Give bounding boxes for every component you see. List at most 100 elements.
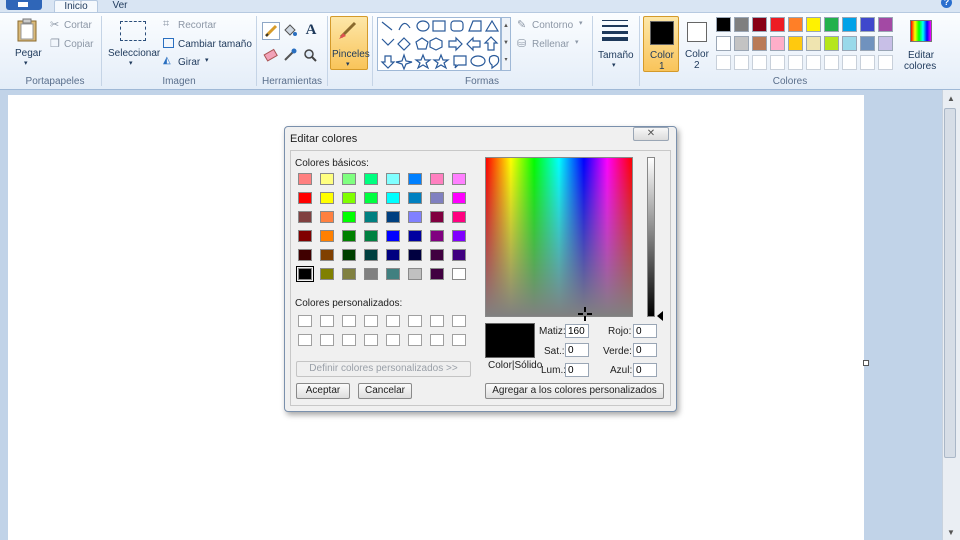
basic-color-swatch[interactable]: [320, 230, 334, 242]
palette-swatch[interactable]: [824, 36, 839, 51]
palette-swatch[interactable]: [824, 17, 839, 32]
basic-color-swatch[interactable]: [408, 268, 422, 280]
palette-swatch[interactable]: [734, 17, 749, 32]
palette-swatch[interactable]: [806, 17, 821, 32]
sat-input[interactable]: [565, 343, 589, 357]
dialog-close-button[interactable]: ✕: [633, 127, 669, 141]
basic-color-swatch[interactable]: [298, 249, 312, 261]
custom-color-slot[interactable]: [408, 315, 422, 327]
palette-swatch[interactable]: [860, 17, 875, 32]
custom-color-slot[interactable]: [342, 334, 356, 346]
basic-color-swatch[interactable]: [430, 173, 444, 185]
palette-empty-slot[interactable]: [806, 55, 821, 70]
palette-swatch[interactable]: [770, 17, 785, 32]
blue-input[interactable]: [633, 363, 657, 377]
fill-tool[interactable]: [282, 22, 300, 40]
cut-button[interactable]: ✂ Cortar: [50, 19, 98, 31]
basic-color-swatch[interactable]: [386, 249, 400, 261]
basic-color-swatch[interactable]: [342, 268, 356, 280]
basic-color-swatch[interactable]: [408, 249, 422, 261]
custom-color-slot[interactable]: [298, 315, 312, 327]
custom-color-slot[interactable]: [386, 315, 400, 327]
palette-swatch[interactable]: [842, 36, 857, 51]
basic-color-swatch[interactable]: [386, 230, 400, 242]
brushes-button[interactable]: Pinceles ▾: [330, 16, 370, 70]
palette-empty-slot[interactable]: [752, 55, 767, 70]
resize-button[interactable]: Cambiar tamaño: [163, 38, 253, 50]
color1-button[interactable]: Color 1: [643, 16, 679, 72]
palette-swatch[interactable]: [752, 17, 767, 32]
custom-color-slot[interactable]: [430, 334, 444, 346]
color-picker-tool[interactable]: [282, 47, 300, 65]
custom-color-slot[interactable]: [320, 315, 334, 327]
basic-color-swatch[interactable]: [364, 268, 378, 280]
basic-color-swatch[interactable]: [320, 249, 334, 261]
basic-color-swatch[interactable]: [298, 192, 312, 204]
basic-color-swatch[interactable]: [364, 249, 378, 261]
color2-button[interactable]: Color 2: [682, 16, 714, 72]
shapes-scroll[interactable]: ▲ ▼ ▾: [501, 17, 511, 71]
custom-color-slot[interactable]: [364, 315, 378, 327]
red-input[interactable]: [633, 324, 657, 338]
magnifier-tool[interactable]: [302, 47, 320, 65]
fill-shape-button[interactable]: ⛁ Rellenar ▾: [517, 38, 589, 50]
palette-empty-slot[interactable]: [824, 55, 839, 70]
custom-color-slot[interactable]: [320, 334, 334, 346]
basic-color-swatch[interactable]: [342, 192, 356, 204]
tab-inicio[interactable]: Inicio: [54, 0, 98, 12]
size-button[interactable]: Tamaño ▾: [596, 18, 634, 70]
paint-menu-button[interactable]: [6, 0, 42, 10]
basic-color-swatch[interactable]: [364, 230, 378, 242]
shapes-gallery[interactable]: [377, 17, 501, 71]
basic-color-swatch[interactable]: [298, 230, 312, 242]
palette-swatch[interactable]: [716, 36, 731, 51]
basic-color-swatch[interactable]: [430, 230, 444, 242]
basic-color-swatch[interactable]: [408, 211, 422, 223]
tab-ver[interactable]: Ver: [110, 0, 130, 12]
eraser-tool[interactable]: [262, 47, 280, 65]
custom-color-slot[interactable]: [408, 334, 422, 346]
palette-swatch[interactable]: [806, 36, 821, 51]
luminance-slider-arrow-icon[interactable]: [657, 311, 663, 321]
color-spectrum[interactable]: [485, 157, 633, 317]
custom-color-slot[interactable]: [452, 315, 466, 327]
custom-color-slot[interactable]: [430, 315, 444, 327]
palette-swatch[interactable]: [752, 36, 767, 51]
scroll-down-icon[interactable]: ▼: [944, 527, 958, 539]
custom-color-slot[interactable]: [342, 315, 356, 327]
basic-color-swatch[interactable]: [452, 173, 466, 185]
basic-color-swatch[interactable]: [364, 211, 378, 223]
palette-swatch[interactable]: [878, 17, 893, 32]
basic-color-swatch[interactable]: [296, 266, 314, 282]
custom-color-slot[interactable]: [364, 334, 378, 346]
palette-swatch[interactable]: [878, 36, 893, 51]
scroll-up-icon[interactable]: ▲: [944, 93, 958, 105]
hue-input[interactable]: [565, 324, 589, 338]
basic-color-swatch[interactable]: [342, 249, 356, 261]
canvas-resize-handle[interactable]: [863, 360, 869, 366]
basic-color-swatch[interactable]: [386, 211, 400, 223]
basic-color-swatch[interactable]: [298, 173, 312, 185]
basic-color-swatch[interactable]: [386, 268, 400, 280]
palette-swatch[interactable]: [716, 17, 731, 32]
custom-color-slot[interactable]: [386, 334, 400, 346]
palette-swatch[interactable]: [860, 36, 875, 51]
basic-color-swatch[interactable]: [452, 192, 466, 204]
palette-swatch[interactable]: [842, 17, 857, 32]
scrollbar-thumb[interactable]: [944, 108, 956, 458]
basic-color-swatch[interactable]: [452, 211, 466, 223]
palette-empty-slot[interactable]: [878, 55, 893, 70]
define-custom-colors-button[interactable]: Definir colores personalizados >>: [296, 361, 471, 377]
rotate-button[interactable]: ◭ Girar ▾: [163, 55, 213, 68]
palette-empty-slot[interactable]: [734, 55, 749, 70]
basic-color-swatch[interactable]: [342, 211, 356, 223]
palette-empty-slot[interactable]: [842, 55, 857, 70]
basic-color-swatch[interactable]: [386, 192, 400, 204]
palette-swatch[interactable]: [770, 36, 785, 51]
palette-swatch[interactable]: [734, 36, 749, 51]
palette-empty-slot[interactable]: [716, 55, 731, 70]
basic-color-swatch[interactable]: [430, 192, 444, 204]
basic-color-swatch[interactable]: [364, 192, 378, 204]
basic-color-swatch[interactable]: [452, 268, 466, 280]
basic-color-swatch[interactable]: [342, 230, 356, 242]
